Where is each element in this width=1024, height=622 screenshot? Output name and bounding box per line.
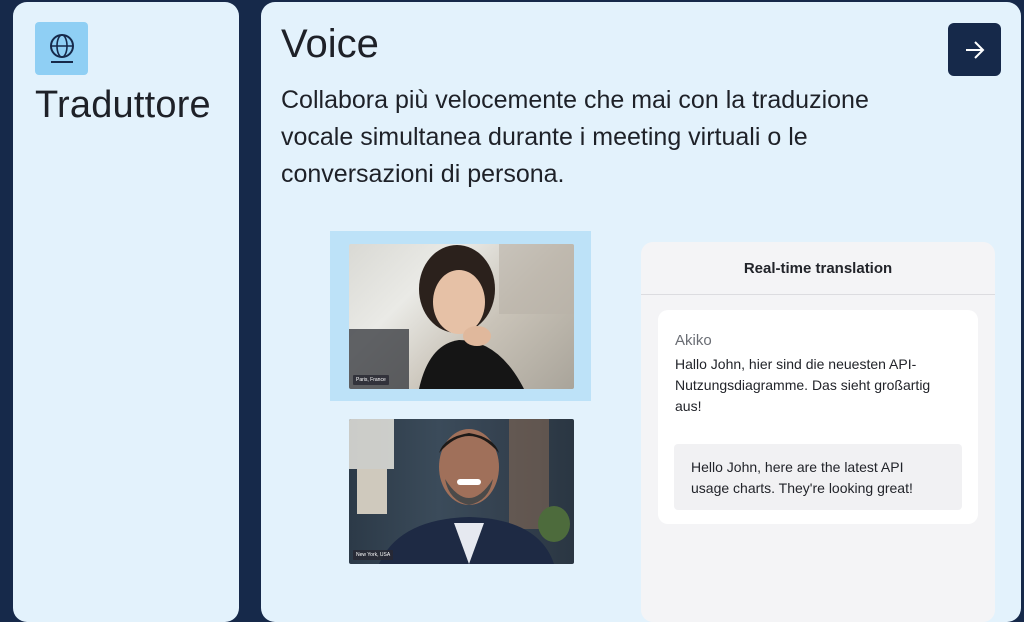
voice-title: Voice [281, 22, 379, 66]
participant-avatar [349, 244, 574, 389]
translator-title: Traduttore [35, 84, 211, 126]
video-tile-akiko: Paris, France [349, 244, 574, 389]
translator-card[interactable]: Traduttore [13, 2, 239, 622]
location-tag: Paris, France [353, 375, 389, 385]
translated-message: Hello John, here are the latest API usag… [674, 444, 962, 510]
original-message: Hallo John, hier sind die neuesten API-N… [675, 356, 931, 414]
participant-avatar [349, 419, 570, 564]
video-tile-john: New York, USA [349, 419, 574, 564]
location-tag: New York, USA [353, 550, 394, 560]
voice-card: Voice Collabora più velocemente che mai … [261, 2, 1021, 622]
open-voice-button[interactable] [948, 23, 1001, 76]
panel-title: Real-time translation [641, 242, 995, 295]
voice-description: Collabora più velocemente che mai con la… [281, 86, 869, 188]
message-card: Akiko Hallo John, hier sind die neuesten… [658, 310, 978, 524]
arrow-right-icon [965, 40, 984, 59]
speaker-name: Akiko [675, 332, 712, 349]
translation-panel: Real-time translation Akiko Hallo John, … [641, 242, 995, 622]
globe-icon-tile [35, 22, 88, 75]
globe-icon [49, 33, 74, 63]
